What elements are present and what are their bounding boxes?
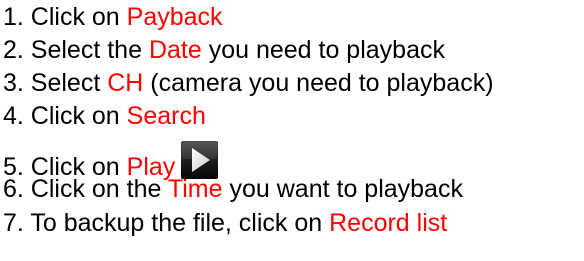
step-4-highlight: Search [126,102,206,130]
step-7-prefix: 7. To backup the file, click on [3,209,330,237]
step-2: 2. Select the Date you need to playback [3,35,445,65]
step-1: 1. Click on Payback [3,2,223,32]
step-3-suffix: (camera you need to playback) [143,69,494,97]
step-2-suffix: you need to playback [201,36,445,64]
step-2-prefix: 2. Select the [3,36,149,64]
step-2-highlight: Date [148,36,202,64]
step-1-highlight: Payback [126,3,223,31]
step-6: 6. Click on the Time you want to playbac… [3,174,463,204]
step-1-prefix: 1. Click on [3,3,127,31]
step-6-prefix: 6. Click on the [3,175,168,203]
step-7-highlight: Record list [329,209,448,237]
step-3: 3. Select CH (camera you need to playbac… [3,68,494,98]
step-5: 5. Click on Play [3,141,219,181]
step-3-prefix: 3. Select [3,69,108,97]
step-7: 7. To backup the file, click on Record l… [3,208,447,238]
step-3-highlight: CH [107,69,144,97]
step-6-suffix: you want to playback [222,175,463,203]
step-4-prefix: 4. Click on [3,102,127,130]
step-4: 4. Click on Search [3,101,206,131]
step-6-highlight: Time [167,175,223,203]
